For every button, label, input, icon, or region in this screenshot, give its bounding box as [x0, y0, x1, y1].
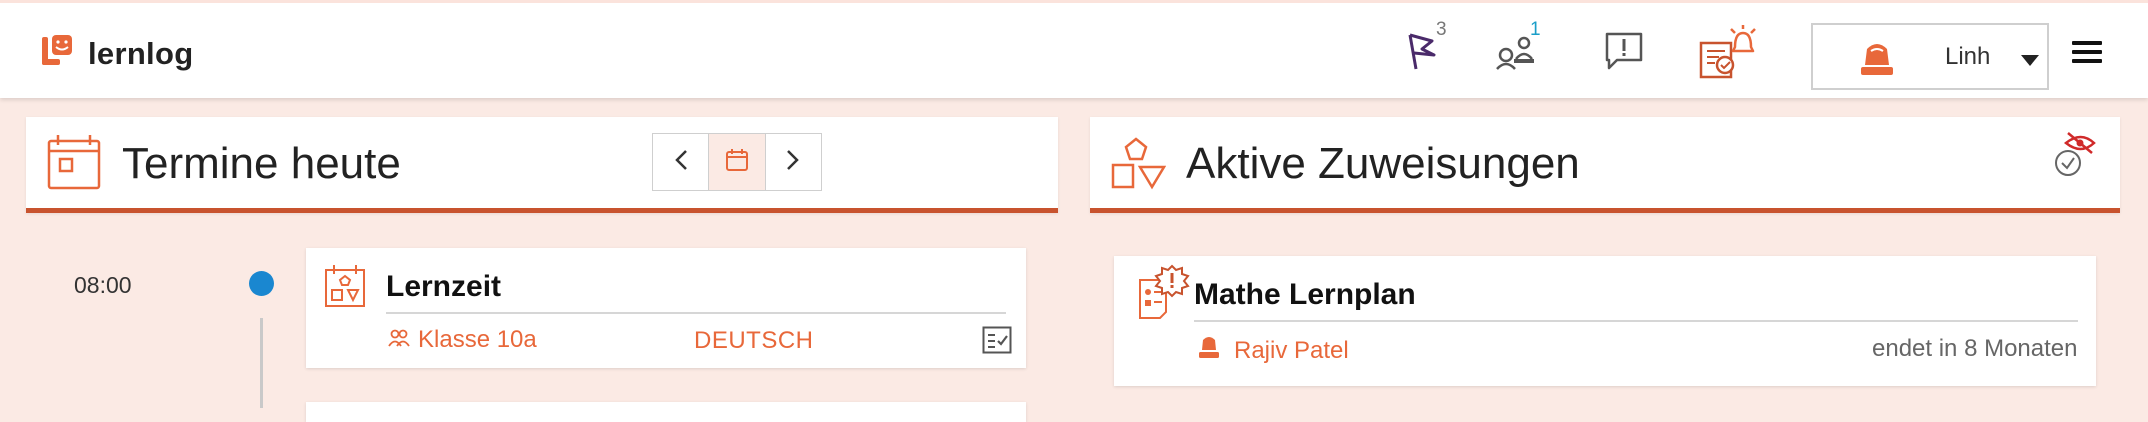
app-name: lernlog — [88, 35, 194, 71]
schedule-panel-header: Termine heute — [26, 117, 1058, 213]
support-count-badge: 1 — [1530, 19, 1541, 40]
menu-icon-bar — [2072, 50, 2102, 54]
chevron-left-icon — [674, 149, 688, 176]
group-icon — [388, 326, 410, 354]
menu-button[interactable] — [2072, 41, 2102, 63]
schedule-title: Termine heute — [122, 139, 401, 188]
task-alarm-icon — [1695, 21, 1757, 86]
today-button[interactable] — [709, 134, 766, 190]
eye-off-check-icon[interactable] — [2052, 131, 2096, 184]
schedule-entry-card[interactable]: Lernzeit Klasse 10a DEUTSCH — [306, 248, 1026, 368]
flags-button[interactable]: 3 — [1392, 19, 1452, 81]
top-bar: lernlog 3 1 Linh — [0, 0, 2148, 98]
assignments-title: Aktive Zuweisungen — [1186, 139, 1580, 188]
checklist-icon[interactable] — [982, 326, 1012, 359]
shapes-calendar-icon — [324, 264, 366, 313]
assignment-title: Mathe Lernplan — [1194, 278, 1416, 311]
assignment-person-name: Rajiv Patel — [1234, 336, 1349, 364]
flags-count-badge: 3 — [1436, 19, 1447, 40]
entry-time: 08:00 — [74, 272, 132, 298]
app-logo[interactable]: lernlog — [40, 33, 193, 74]
caret-down-icon — [2021, 53, 2039, 71]
user-avatar-icon — [1857, 37, 1897, 84]
shapes-icon — [1110, 137, 1167, 196]
entry-group[interactable]: Klasse 10a — [388, 326, 537, 354]
assignment-person[interactable]: Rajiv Patel — [1198, 334, 1349, 367]
assignment-due: endet in 8 Monaten — [1872, 335, 2078, 362]
chevron-right-icon — [786, 149, 800, 176]
user-name: Linh — [1945, 43, 1991, 70]
card-divider — [1194, 320, 2078, 322]
entry-subject: DEUTSCH — [694, 327, 814, 354]
feedback-icon — [1603, 30, 1645, 77]
calendar-icon — [46, 133, 102, 196]
lernlog-logo-icon — [40, 33, 74, 74]
date-navigation — [652, 133, 822, 191]
calendar-icon — [725, 148, 749, 177]
timeline-line — [260, 318, 263, 408]
support-button[interactable]: 1 — [1486, 19, 1546, 81]
entry-group-label: Klasse 10a — [418, 326, 537, 353]
next-day-button[interactable] — [766, 134, 821, 190]
timeline-dot — [249, 271, 274, 296]
menu-icon — [2072, 41, 2102, 45]
tasks-alarm-button[interactable] — [1696, 24, 1756, 81]
assignment-card[interactable]: Mathe Lernplan Rajiv Patel endet in 8 Mo… — [1114, 256, 2096, 386]
previous-day-button[interactable] — [653, 134, 710, 190]
person-icon — [1198, 334, 1220, 367]
user-menu-dropdown[interactable]: Linh — [1811, 23, 2049, 90]
entry-title: Lernzeit — [386, 270, 502, 303]
plan-alert-icon — [1136, 264, 1192, 325]
assignments-panel-header: Aktive Zuweisungen — [1090, 117, 2120, 213]
feedback-button[interactable] — [1594, 25, 1654, 81]
schedule-entry-card-next[interactable] — [306, 402, 1026, 422]
card-divider — [386, 312, 1006, 314]
menu-icon-bar — [2072, 59, 2102, 63]
